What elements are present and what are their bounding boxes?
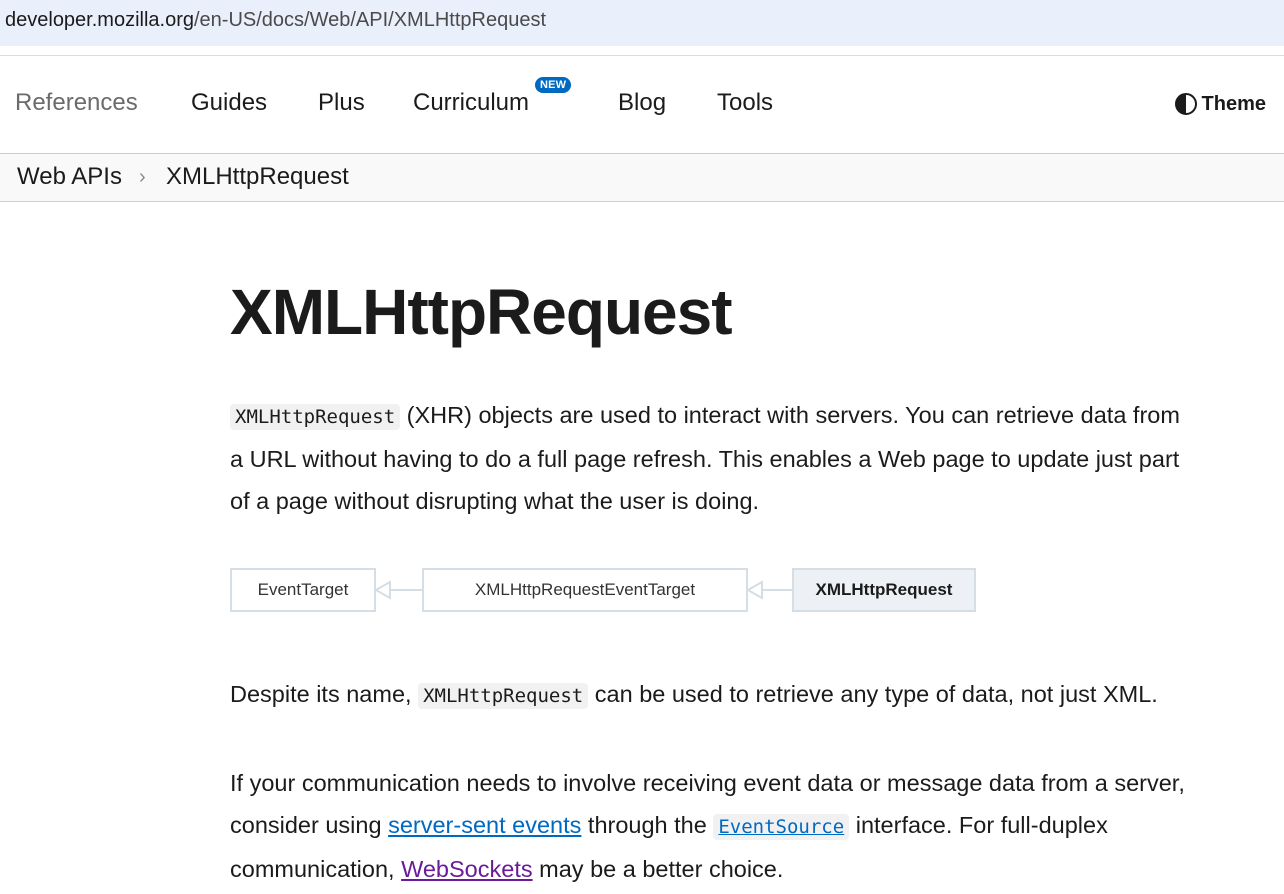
inheritance-box-current: XMLHttpRequest [792,568,976,612]
inline-code: XMLHttpRequest [230,404,401,430]
name-note-paragraph: Despite its name, XMLHttpRequest can be … [230,673,1280,717]
page-title: XMLHttpRequest [230,276,733,348]
para3-text: may be a better choice. [532,856,784,882]
intro-paragraph: XMLHttpRequest (XHR) objects are used to… [230,394,1280,522]
nav-curriculum-label: Curriculum [413,89,530,116]
para3-text: consider using [230,812,389,838]
intro-line-1: XMLHttpRequest (XHR) objects are used to… [230,394,1280,438]
url-path: /en-US/docs/Web/API/XMLHttpRequest [194,9,547,31]
address-bar[interactable]: developer.mozilla.org/en-US/docs/Web/API… [0,0,1284,46]
para3-text: through the [581,812,714,838]
para3-text: interface. For full-duplex [849,812,1108,838]
intro-text-1: (XHR) objects are used to interact with … [400,402,1180,428]
websockets-link[interactable]: WebSockets [401,856,533,882]
breadcrumb-current[interactable]: XMLHttpRequest [166,163,349,191]
nav-references[interactable]: References [15,89,138,117]
para2-text-before: Despite its name, [230,681,419,707]
url-text[interactable]: developer.mozilla.org/en-US/docs/Web/API… [5,9,546,32]
theme-contrast-icon [1174,93,1197,115]
nav-plus[interactable]: Plus [318,89,365,117]
alternatives-paragraph: If your communication needs to involve r… [230,762,1280,890]
inheritance-diagram: EventTarget XMLHttpRequestEventTarget XM… [230,568,990,614]
breadcrumb-web-apis[interactable]: Web APIs [17,163,122,191]
para3-line-2: consider using server-sent events throug… [230,804,1280,848]
server-sent-events-link[interactable]: server-sent events [388,812,581,838]
nav-tools[interactable]: Tools [717,89,773,117]
para3-line-1: If your communication needs to involve r… [230,770,1185,796]
theme-label: Theme [1201,92,1266,115]
inheritance-box-eventtarget[interactable]: EventTarget [230,568,376,612]
theme-button[interactable]: Theme [1174,92,1266,116]
top-navigation: References Guides Plus Curriculum NEW Bl… [0,56,1284,154]
nav-blog[interactable]: Blog [618,89,666,117]
inline-code: XMLHttpRequest [418,683,589,709]
breadcrumb: Web APIs › XMLHttpRequest [0,154,1284,202]
nav-guides[interactable]: Guides [191,89,267,117]
nav-curriculum[interactable]: Curriculum NEW [413,77,572,117]
eventsource-link[interactable]: EventSource [713,814,850,840]
new-badge: NEW [535,77,572,93]
intro-line-3: of a page without disrupting what the us… [230,488,760,514]
para2-text-after: can be used to retrieve any type of data… [588,681,1158,707]
para3-line-3: communication, WebSockets may be a bette… [230,848,1280,890]
intro-line-2: a URL without having to do a full page r… [230,446,1180,472]
breadcrumb-separator-icon: › [139,166,146,188]
para3-text: communication, [230,856,402,882]
inheritance-box-xhreventtarget[interactable]: XMLHttpRequestEventTarget [422,568,748,612]
inheritance-arrow-icon [746,580,794,600]
url-host: developer.mozilla.org [5,9,194,31]
inheritance-arrow-icon [374,580,424,600]
